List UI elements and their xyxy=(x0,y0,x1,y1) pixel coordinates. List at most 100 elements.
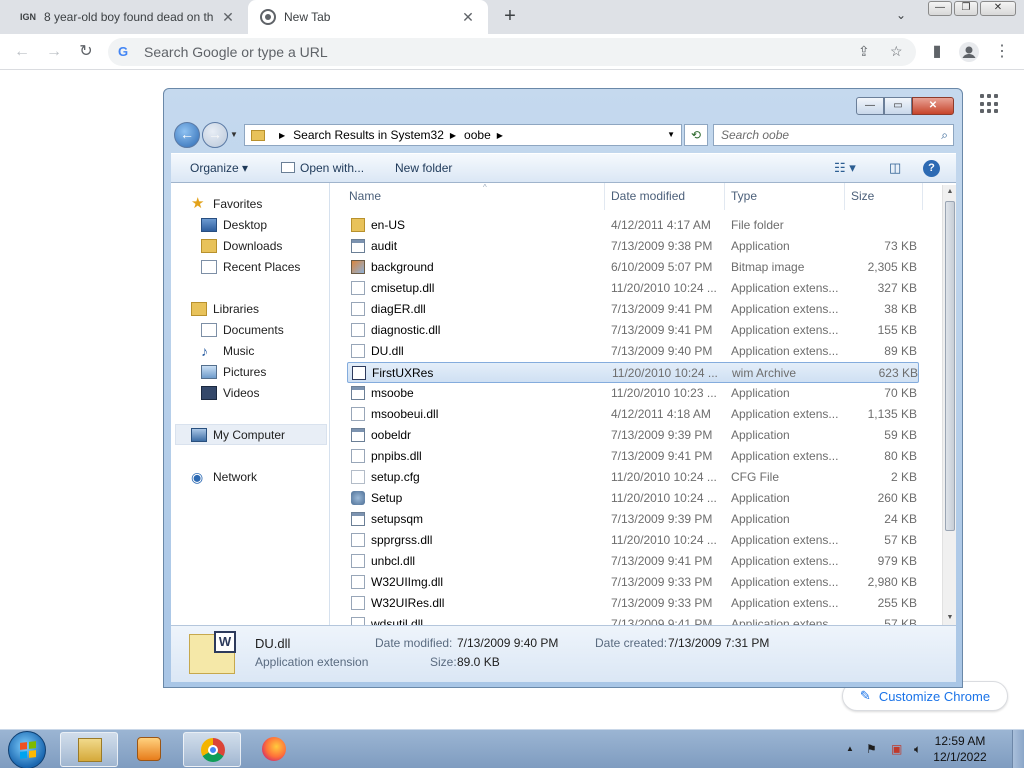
column-header-date-modified[interactable]: Date modified xyxy=(605,183,725,210)
forward-button[interactable]: → xyxy=(202,122,228,148)
action-center-flag-icon[interactable]: ⚑ xyxy=(866,742,877,756)
refresh-icon[interactable]: ⟲ xyxy=(684,124,708,146)
explorer-minimize-button[interactable]: — xyxy=(856,97,884,115)
new-tab-button[interactable]: + xyxy=(498,5,522,29)
vertical-scrollbar[interactable]: ▲ ▼ xyxy=(942,185,956,625)
address-history-dropdown-icon[interactable]: ▼ xyxy=(667,130,675,139)
side-panel-icon[interactable]: ▮ xyxy=(925,40,949,64)
nav-pictures[interactable]: Pictures xyxy=(201,361,266,382)
file-row[interactable]: msoobeui.dll 4/12/2011 4:18 AM Application… xyxy=(347,404,919,425)
column-header-type[interactable]: Type xyxy=(725,183,845,210)
file-row[interactable]: W32UIRes.dll 7/13/2009 9:33 PM Application… xyxy=(347,593,919,614)
nav-libraries[interactable]: Libraries xyxy=(191,298,259,319)
file-row[interactable]: wdsutil.dll 7/13/2009 9:41 PM Application … xyxy=(347,614,919,625)
scroll-down-icon[interactable]: ▼ xyxy=(943,611,956,625)
close-tab-icon[interactable]: ✕ xyxy=(460,9,476,26)
nav-documents[interactable]: Documents xyxy=(201,319,284,340)
file-row[interactable]: setupsqm 7/13/2009 9:39 PM Application 24 K… xyxy=(347,509,919,530)
scroll-up-icon[interactable]: ▲ xyxy=(943,185,956,199)
file-date-modified: 11/20/2010 10:24 ... xyxy=(611,533,717,547)
file-row[interactable]: background 6/10/2009 5:07 PM Bitmap image 2… xyxy=(347,257,919,278)
recent-pages-dropdown-icon[interactable]: ▼ xyxy=(230,130,238,139)
file-row[interactable]: FirstUXRes 11/20/2010 10:24 ... wim Archiv… xyxy=(347,362,919,383)
nav-network[interactable]: ◉ Network xyxy=(191,466,257,487)
scrollbar-thumb[interactable] xyxy=(945,201,955,531)
network-disconnected-icon[interactable]: ▣ xyxy=(891,742,902,756)
back-button[interactable]: ← xyxy=(174,122,200,148)
preview-pane-icon[interactable]: ◫ xyxy=(889,160,901,176)
file-row[interactable]: msoobe 11/20/2010 10:23 ... Application 70 … xyxy=(347,383,919,404)
nav-desktop[interactable]: Desktop xyxy=(201,214,267,235)
omnibox[interactable]: G Search Google or type a URL ⇪ ☆ xyxy=(108,38,916,66)
file-row[interactable]: diagER.dll 7/13/2009 9:41 PM Application e… xyxy=(347,299,919,320)
dll-file-icon xyxy=(351,281,365,295)
taskbar-media-player[interactable] xyxy=(120,732,178,767)
wim-file-icon xyxy=(352,366,366,380)
breadcrumb-oobe[interactable]: oobe xyxy=(464,128,491,142)
file-row[interactable]: pnpibs.dll 7/13/2009 9:41 PM Application e… xyxy=(347,446,919,467)
file-row[interactable]: audit 7/13/2009 9:38 PM Application 73 KB xyxy=(347,236,919,257)
column-header-name[interactable]: ^ Name xyxy=(347,183,605,210)
show-hidden-icons-icon[interactable]: ▲ xyxy=(846,744,854,753)
chevron-right-icon[interactable]: ▶ xyxy=(450,131,456,140)
nav-videos[interactable]: Videos xyxy=(201,382,259,403)
nav-downloads[interactable]: Downloads xyxy=(201,235,282,256)
file-row[interactable]: setup.cfg 11/20/2010 10:24 ... CFG File 2 K… xyxy=(347,467,919,488)
column-header-size[interactable]: Size xyxy=(845,183,923,210)
profile-avatar-icon[interactable] xyxy=(957,40,981,64)
explorer-close-button[interactable]: ✕ xyxy=(912,97,954,115)
nav-favorites[interactable]: ★ Favorites xyxy=(191,193,262,214)
close-tab-icon[interactable]: ✕ xyxy=(220,9,236,26)
details-modified-value: 7/13/2009 9:40 PM xyxy=(457,636,559,650)
forward-arrow-icon[interactable]: → xyxy=(42,40,66,64)
search-input[interactable]: Search oobe ⌕ xyxy=(713,124,954,146)
taskbar-windows-explorer[interactable] xyxy=(60,732,118,767)
file-row[interactable]: oobeldr 7/13/2009 9:39 PM Application 59 KB xyxy=(347,425,919,446)
file-date-modified: 7/13/2009 9:41 PM xyxy=(611,617,713,625)
tab-search-icon[interactable]: ⌄ xyxy=(896,8,906,22)
file-date-modified: 11/20/2010 10:23 ... xyxy=(611,386,717,400)
chevron-right-icon[interactable]: ▶ xyxy=(497,131,503,140)
nav-my-computer[interactable]: My Computer xyxy=(175,424,327,445)
minimize-button[interactable]: — xyxy=(928,1,952,16)
browser-tab-new-tab[interactable]: New Tab ✕ xyxy=(248,0,488,34)
nav-label: Music xyxy=(223,343,255,358)
close-window-button[interactable]: ✕ xyxy=(980,1,1016,16)
breadcrumb-search-results[interactable]: Search Results in System32 xyxy=(293,128,444,142)
chevron-right-icon[interactable]: ▶ xyxy=(279,131,285,140)
restore-button[interactable]: ❐ xyxy=(954,1,978,16)
file-date-modified: 7/13/2009 9:39 PM xyxy=(611,428,713,442)
show-desktop-button[interactable] xyxy=(1012,730,1024,768)
help-icon[interactable]: ? xyxy=(923,160,940,177)
open-with-button[interactable]: Open with... xyxy=(281,161,364,175)
taskbar-firefox[interactable] xyxy=(245,732,303,767)
file-row[interactable]: spprgrss.dll 11/20/2010 10:24 ... Applicat… xyxy=(347,530,919,551)
address-bar[interactable]: ▶ Search Results in System32 ▶ oobe ▶ ▼ xyxy=(244,124,682,146)
volume-icon[interactable]: 🔈︎ xyxy=(914,742,921,757)
change-view-icon[interactable]: ☷ ▾ xyxy=(834,160,856,176)
bookmark-star-icon[interactable]: ☆ xyxy=(890,43,903,60)
browser-tab-article[interactable]: IGN 8 year-old boy found dead on th ✕ xyxy=(8,0,248,34)
nav-music[interactable]: ♪ Music xyxy=(201,340,254,361)
share-icon[interactable]: ⇪ xyxy=(858,43,870,60)
explorer-maximize-button[interactable]: ▭ xyxy=(884,97,912,115)
search-icon[interactable]: ⌕ xyxy=(941,128,948,143)
new-folder-button[interactable]: New folder xyxy=(395,161,452,175)
reload-icon[interactable]: ↻ xyxy=(74,40,98,64)
taskbar-google-chrome[interactable] xyxy=(183,732,241,767)
file-row[interactable]: en-US 4/12/2011 4:17 AM File folder xyxy=(347,215,919,236)
file-row[interactable]: cmisetup.dll 11/20/2010 10:24 ... Applicat… xyxy=(347,278,919,299)
nav-label: Videos xyxy=(223,385,260,400)
file-row[interactable]: Setup 11/20/2010 10:24 ... Application 260 … xyxy=(347,488,919,509)
system-clock[interactable]: 12:59 AM 12/1/2022 xyxy=(930,733,990,765)
organize-button[interactable]: Organize ▾ xyxy=(190,161,248,175)
file-row[interactable]: diagnostic.dll 7/13/2009 9:41 PM Applicati… xyxy=(347,320,919,341)
file-row[interactable]: W32UIImg.dll 7/13/2009 9:33 PM Application… xyxy=(347,572,919,593)
start-button[interactable] xyxy=(8,731,46,768)
file-row[interactable]: DU.dll 7/13/2009 9:40 PM Application exten… xyxy=(347,341,919,362)
nav-recent-places[interactable]: Recent Places xyxy=(201,256,300,277)
back-arrow-icon[interactable]: ← xyxy=(10,40,34,64)
google-apps-icon[interactable] xyxy=(980,94,1000,114)
chrome-menu-icon[interactable]: ⋮ xyxy=(990,40,1014,64)
file-row[interactable]: unbcl.dll 7/13/2009 9:41 PM Application ex… xyxy=(347,551,919,572)
